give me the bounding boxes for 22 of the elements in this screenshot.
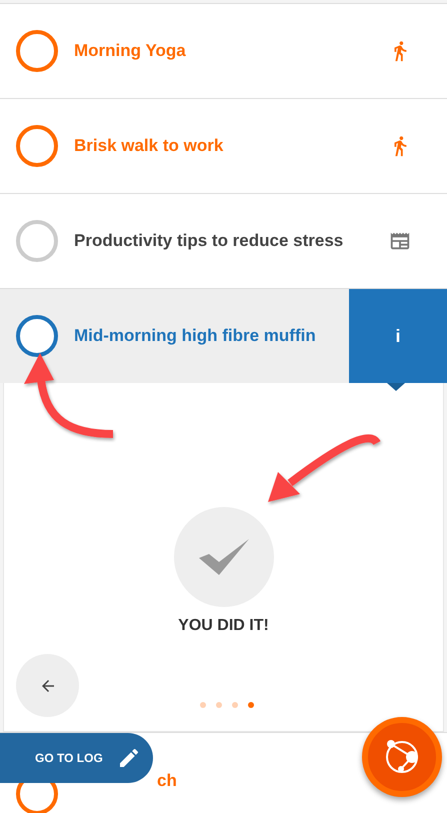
go-to-log-button[interactable]: GO TO LOG xyxy=(0,733,153,783)
tab-pointer xyxy=(387,383,405,391)
info-tab[interactable]: i xyxy=(349,289,447,383)
success-message: YOU DID IT! xyxy=(178,617,269,635)
page-dot[interactable] xyxy=(200,702,206,708)
status-ring[interactable] xyxy=(16,30,58,72)
list-item[interactable]: Mid-morning high fibre muffin i xyxy=(0,288,447,383)
item-title: Mid-morning high fibre muffin xyxy=(74,326,317,346)
item-title: Brisk walk to work xyxy=(74,136,224,156)
status-ring[interactable] xyxy=(16,315,58,357)
item-title: Productivity tips to reduce stress xyxy=(74,231,344,251)
page-dot[interactable] xyxy=(232,702,238,708)
page-dot[interactable] xyxy=(248,702,254,708)
list-item[interactable]: Brisk walk to work xyxy=(0,98,447,193)
item-title: ch xyxy=(157,771,177,791)
newspaper-icon xyxy=(389,230,411,252)
status-ring[interactable] xyxy=(16,125,58,167)
checkmark-icon xyxy=(198,539,248,575)
page-dot[interactable] xyxy=(216,702,222,708)
list-item[interactable]: Morning Yoga xyxy=(0,3,447,98)
item-title: Morning Yoga xyxy=(74,41,187,61)
list-item[interactable]: Productivity tips to reduce stress xyxy=(0,193,447,288)
